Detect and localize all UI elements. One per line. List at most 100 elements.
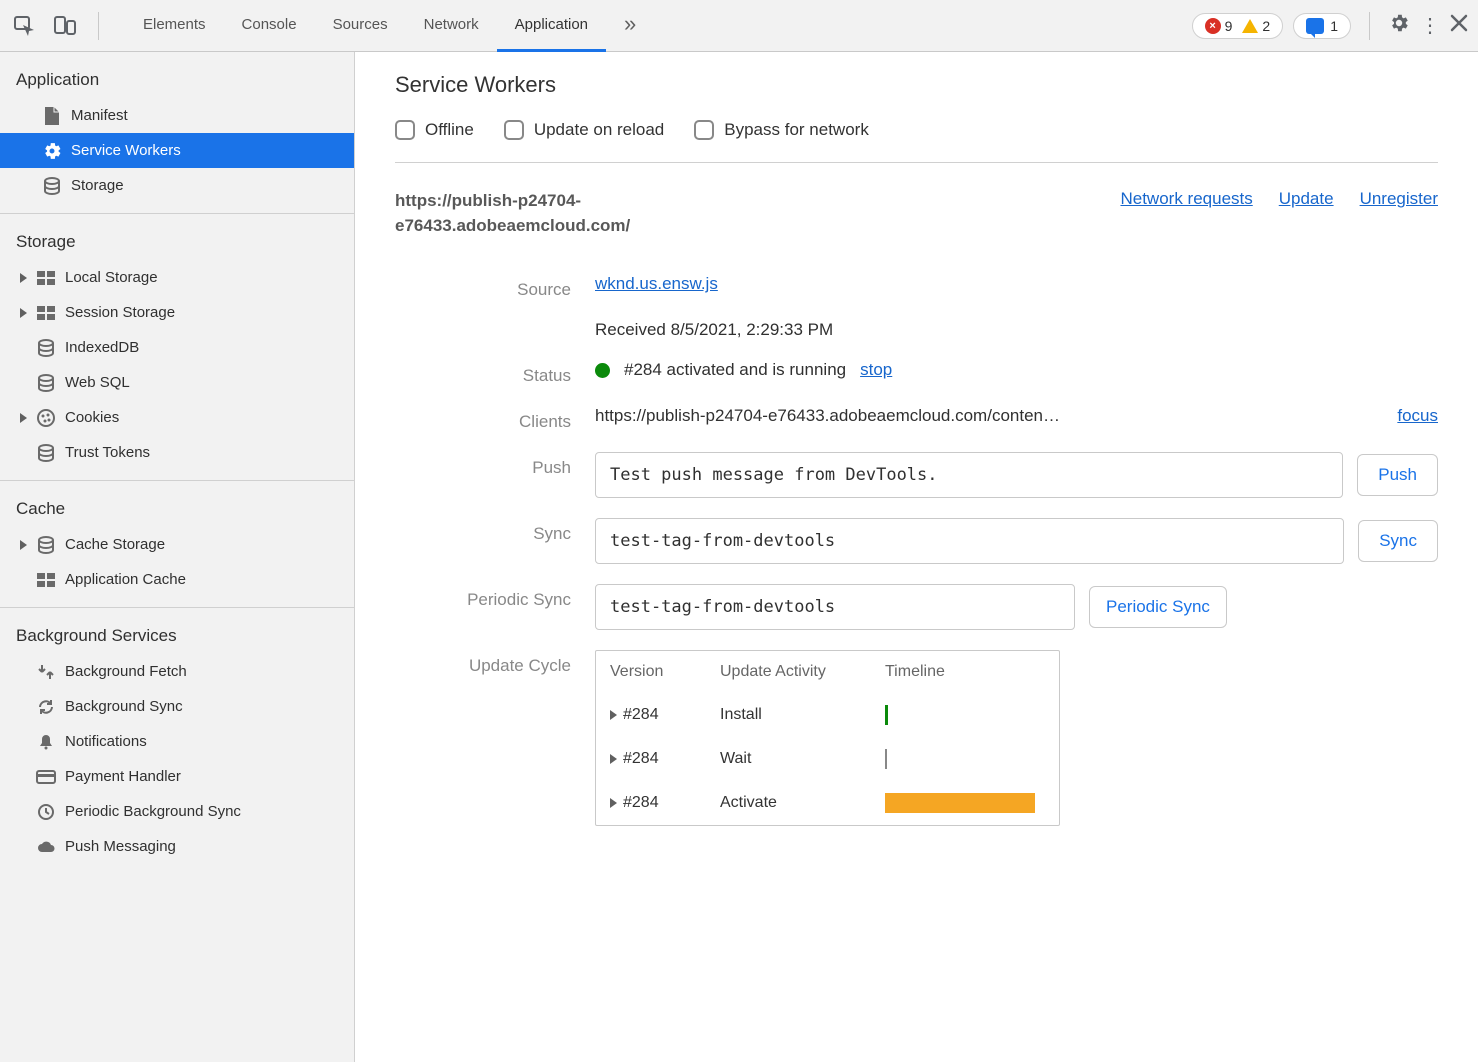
sidebar-item-label: Push Messaging [65, 838, 176, 855]
unregister-link[interactable]: Unregister [1360, 189, 1438, 209]
timeline-bar [885, 705, 888, 725]
col-activity: Update Activity [720, 663, 885, 681]
sidebar-item-trust-tokens[interactable]: Trust Tokens [0, 435, 354, 470]
tab-application[interactable]: Application [497, 0, 606, 52]
sidebar-item-session-storage[interactable]: Session Storage [0, 295, 354, 330]
database-icon [36, 443, 56, 463]
sync-input[interactable] [595, 518, 1344, 564]
expand-triangle-icon[interactable] [20, 540, 27, 550]
sidebar-item-label: Session Storage [65, 304, 175, 321]
table-icon [36, 570, 56, 590]
tab-network[interactable]: Network [406, 0, 497, 52]
sidebar-item-manifest[interactable]: Manifest [0, 98, 354, 133]
sidebar-item-application-cache[interactable]: Application Cache [0, 562, 354, 597]
expand-triangle-icon[interactable] [610, 798, 617, 808]
sidebar-item-label: Cookies [65, 409, 119, 426]
status-text: #284 activated and is running [624, 360, 846, 380]
sidebar-item-label: Storage [71, 177, 124, 194]
fetch-icon [36, 662, 56, 682]
checkbox-icon [504, 120, 524, 140]
update-cycle-row[interactable]: #284 Activate [596, 781, 1059, 825]
error-count: 9 [1225, 18, 1233, 34]
push-button[interactable]: Push [1357, 454, 1438, 496]
expand-triangle-icon[interactable] [20, 308, 27, 318]
warning-icon [1242, 19, 1258, 33]
sidebar-item-label: Service Workers [71, 142, 181, 159]
kebab-menu-icon[interactable]: ⋮ [1420, 13, 1440, 38]
close-devtools-icon[interactable] [1450, 14, 1468, 38]
tab-more-icon[interactable]: » [606, 0, 654, 52]
service-workers-pane: Service Workers Offline Update on reload… [355, 52, 1478, 1062]
push-label: Push [395, 452, 595, 478]
database-icon [36, 373, 56, 393]
error-icon: × [1205, 18, 1221, 34]
clock-icon [36, 802, 56, 822]
error-warning-chip[interactable]: ×9 2 [1192, 13, 1284, 39]
clients-label: Clients [395, 406, 595, 432]
database-icon [42, 176, 62, 196]
periodic-sync-label: Periodic Sync [395, 584, 595, 610]
sidebar-item-label: Payment Handler [65, 768, 181, 785]
issues-icon [1306, 18, 1324, 34]
sidebar-item-local-storage[interactable]: Local Storage [0, 260, 354, 295]
expand-triangle-icon[interactable] [610, 710, 617, 720]
settings-gear-icon[interactable] [1388, 12, 1410, 40]
issues-count: 1 [1330, 18, 1338, 34]
periodic-sync-button[interactable]: Periodic Sync [1089, 586, 1227, 628]
sidebar-item-websql[interactable]: Web SQL [0, 365, 354, 400]
sidebar-heading-storage: Storage [0, 222, 354, 260]
checkbox-icon [694, 120, 714, 140]
update-on-reload-checkbox[interactable]: Update on reload [504, 120, 664, 140]
network-requests-link[interactable]: Network requests [1120, 189, 1252, 209]
sync-button[interactable]: Sync [1358, 520, 1438, 562]
card-icon [36, 767, 56, 787]
sidebar-item-cache-storage[interactable]: Cache Storage [0, 527, 354, 562]
sidebar-item-indexeddb[interactable]: IndexedDB [0, 330, 354, 365]
issues-chip[interactable]: 1 [1293, 13, 1351, 39]
sidebar-item-push-messaging[interactable]: Push Messaging [0, 829, 354, 864]
sidebar-item-label: Local Storage [65, 269, 158, 286]
sidebar-item-label: Background Fetch [65, 663, 187, 680]
update-link[interactable]: Update [1279, 189, 1334, 209]
devtools-toolbar: Elements Console Sources Network Applica… [0, 0, 1478, 52]
bypass-checkbox[interactable]: Bypass for network [694, 120, 869, 140]
sidebar-item-periodic-bg-sync[interactable]: Periodic Background Sync [0, 794, 354, 829]
client-url: https://publish-p24704-e76433.adobeaemcl… [595, 406, 1060, 426]
expand-triangle-icon[interactable] [20, 413, 27, 423]
inspect-icon[interactable] [10, 11, 40, 41]
database-icon [36, 338, 56, 358]
sidebar-item-bg-fetch[interactable]: Background Fetch [0, 654, 354, 689]
sync-icon [36, 697, 56, 717]
table-icon [36, 268, 56, 288]
expand-triangle-icon[interactable] [610, 754, 617, 764]
separator [1369, 12, 1370, 40]
source-file-link[interactable]: wknd.us.ensw.js [595, 274, 718, 293]
update-cycle-row[interactable]: #284 Install [596, 693, 1059, 737]
sidebar-item-notifications[interactable]: Notifications [0, 724, 354, 759]
timeline-bar [885, 793, 1035, 813]
sidebar-item-label: Manifest [71, 107, 128, 124]
sidebar-item-payment-handler[interactable]: Payment Handler [0, 759, 354, 794]
push-input[interactable] [595, 452, 1343, 498]
focus-link[interactable]: focus [1397, 406, 1438, 426]
sidebar-item-service-workers[interactable]: Service Workers [0, 133, 354, 168]
sidebar-item-cookies[interactable]: Cookies [0, 400, 354, 435]
expand-triangle-icon[interactable] [20, 273, 27, 283]
periodic-sync-input[interactable] [595, 584, 1075, 630]
panel-tabs: Elements Console Sources Network Applica… [125, 0, 654, 52]
sidebar-item-storage[interactable]: Storage [0, 168, 354, 203]
document-icon [42, 106, 62, 126]
col-version: Version [610, 663, 720, 681]
sidebar-item-label: Application Cache [65, 571, 186, 588]
tab-elements[interactable]: Elements [125, 0, 224, 52]
received-timestamp: Received 8/5/2021, 2:29:33 PM [595, 320, 1438, 340]
stop-link[interactable]: stop [860, 360, 892, 380]
sidebar-item-bg-sync[interactable]: Background Sync [0, 689, 354, 724]
device-toggle-icon[interactable] [50, 11, 80, 41]
update-cycle-row[interactable]: #284 Wait [596, 737, 1059, 781]
pane-title: Service Workers [395, 72, 1438, 98]
offline-checkbox[interactable]: Offline [395, 120, 474, 140]
status-running-icon [595, 363, 610, 378]
tab-console[interactable]: Console [224, 0, 315, 52]
tab-sources[interactable]: Sources [315, 0, 406, 52]
